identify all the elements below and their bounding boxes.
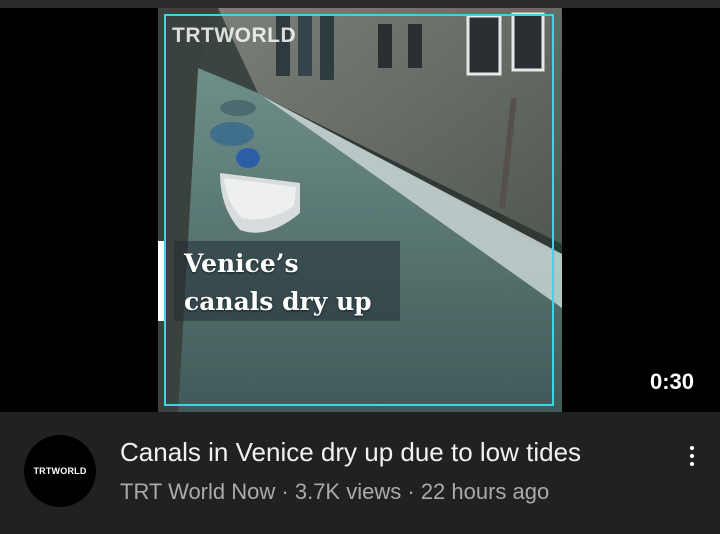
channel-avatar[interactable]: TRTWORLD [24,435,96,507]
channel-avatar-logo: TRTWORLD [33,466,87,476]
caption-line-1: Venice’s [184,249,299,278]
channel-name: TRT World Now [120,479,276,504]
caption-line-2: canals dry up [184,287,372,316]
trt-world-logo: TRTWORLD [172,24,297,47]
thumbnail-caption: Venice’s canals dry up [184,245,414,321]
upload-age: 22 hours ago [420,479,550,504]
top-strip [0,0,720,8]
video-metadata: TRT World Now · 3.7K views · 22 hours ag… [120,478,549,506]
video-details: TRTWORLD Canals in Venice dry up due to … [0,412,720,534]
view-count: 3.7K views [294,479,402,504]
video-card: TRTWORLD Venice’s canals dry up 0:30 TRT… [0,0,720,534]
video-title[interactable]: Canals in Venice dry up due to low tides [120,436,660,468]
video-thumbnail[interactable]: TRTWORLD Venice’s canals dry up 0:30 [0,8,720,412]
menu-dot [690,462,694,466]
menu-dot [690,446,694,450]
menu-dot [690,454,694,458]
more-vert-icon[interactable] [676,438,708,474]
separator: · [281,479,289,504]
separator: · [407,479,415,504]
thumbnail-frame: TRTWORLD Venice’s canals dry up [158,8,562,412]
duration-badge: 0:30 [645,368,698,396]
canal-scene-image [158,8,562,412]
caption-accent-bar [158,241,164,321]
